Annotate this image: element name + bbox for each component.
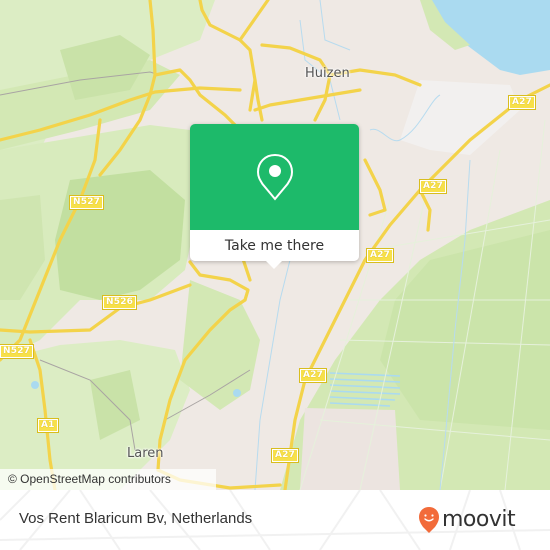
moovit-pin-icon xyxy=(419,507,439,533)
road-shield-a27: A27 xyxy=(270,448,300,463)
road-shield-a27: A27 xyxy=(507,95,537,110)
road-shield-a27: A27 xyxy=(418,179,448,194)
road-shield-n527: N527 xyxy=(68,195,105,210)
popup-header xyxy=(190,124,359,230)
popup-pointer xyxy=(266,261,282,269)
map-attribution[interactable]: © OpenStreetMap contributors xyxy=(0,469,216,490)
road-shield-a27: A27 xyxy=(365,248,395,263)
road-shield-a27: A27 xyxy=(298,368,328,383)
footer: Vos Rent Blaricum Bv, Netherlands moovit xyxy=(0,490,550,550)
take-me-there-button[interactable]: Take me there xyxy=(190,230,359,261)
moovit-logo[interactable]: moovit xyxy=(418,504,538,536)
road-shield-n526: N526 xyxy=(101,295,138,310)
road-shield-n527: N527 xyxy=(0,344,35,359)
place-label-huizen: Huizen xyxy=(305,66,350,81)
place-label-laren: Laren xyxy=(127,446,164,461)
road-shield-a1: A1 xyxy=(37,418,59,433)
place-name: Vos Rent Blaricum Bv, Netherlands xyxy=(19,510,253,527)
destination-popup: Take me there xyxy=(190,124,359,269)
moovit-wordmark: moovit xyxy=(442,507,516,532)
map[interactable]: Huizen Laren A27 A27 A27 A27 A27 N527 N5… xyxy=(0,0,550,490)
location-pin-icon xyxy=(256,153,293,201)
